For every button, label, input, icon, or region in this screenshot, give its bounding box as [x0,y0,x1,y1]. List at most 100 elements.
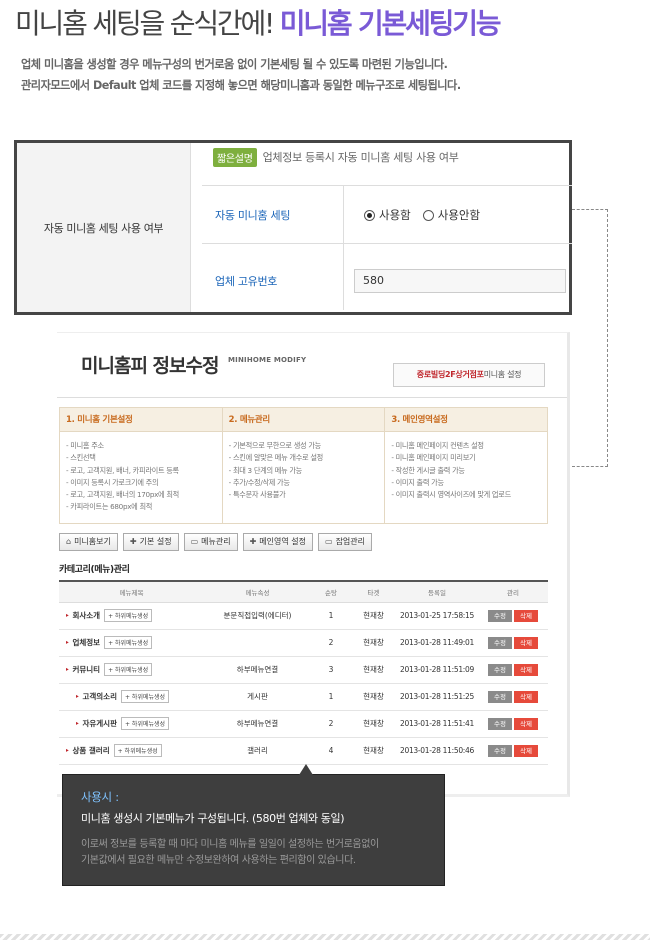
minihome-setting-button[interactable]: 중로빌딩2F상거점포미니홈 설정 [393,363,545,387]
radio-checked-icon[interactable] [364,209,375,221]
tab-button[interactable]: ✚ 메인영역 설정 [242,533,313,551]
menu-attribute: 게시판 [204,683,311,711]
menu-title-cell: ‣ 업체정보 + 하위메뉴생성 [59,629,204,657]
menu-order: 1 [311,602,351,630]
tab-label: 미니홈보기 [74,537,111,546]
action-tabs: ⌂ 미니홈보기 ✚ 기본 설정 ▭ 메뉴관리 ✚ 메인영역 설정 ▭ 잡업관리 [59,533,377,551]
divider [343,186,344,310]
tooltip-detail-line: 기본값에서 필요한 메뉴만 수정보완하여 사용하는 편리함이 있습니다. [81,855,356,866]
delete-button[interactable]: 삭제 [514,744,538,757]
menu-target: 현재창 [351,656,396,684]
table-row: ‣ 고객의소리 + 하위메뉴생성 게시판 1 현재창 2013-01-28 11:51:25… [59,683,548,711]
menu-target: 현재창 [351,710,396,738]
menu-date: 2013-01-28 11:51:09 [396,656,478,684]
menu-attribute: 갤러리 [204,737,311,765]
radio-use-label: 사용함 [379,208,411,222]
column-header: 순탕 [311,580,351,603]
feature-item: - 작성한 게시글 출력 가능 [391,465,465,475]
add-submenu-button[interactable]: + 하위메뉴생성 [104,663,153,676]
edit-button[interactable]: 수정 [488,663,512,676]
feature-item: - 이미지 등록시 가로크기에 주의 [66,477,159,487]
menu-title-cell: ‣ 회사소개 + 하위메뉴생성 [59,602,204,630]
menu-title-cell: ‣ 고객의소리 + 하위메뉴생성 [59,683,204,711]
radio-nouse[interactable]: 사용안함 [422,207,480,223]
edit-button[interactable]: 수정 [488,690,512,703]
company-code-label: 업체 고유번호 [215,275,278,288]
menu-attribute: 분문직접입력(에디터) [204,602,311,630]
short-description-row: 짧은설명 업체정보 등록시 자동 미니홈 세팅 사용 여부 [213,147,459,167]
feature-item: - 카피라이트는 680px에 최적 [66,502,153,512]
menu-title: 회사소개 [72,611,101,620]
menu-title-cell: ‣ 상품 갤러리 + 하위메뉴생성 [59,737,204,765]
column-header: 메뉴제목 [59,580,204,603]
delete-button[interactable]: 삭제 [514,690,538,703]
column-header: 관리 [478,580,548,603]
company-code-input[interactable]: 580 [354,269,566,293]
menu-title: 업체정보 [72,638,101,647]
manage-cell: 수정 삭제 [478,656,548,684]
category-title: 카테고리(메뉴)관리 [59,565,130,575]
bullet-arrow-icon: ‣ [65,666,70,674]
auto-setting-field-label: 자동 미니홈 세팅 [215,209,291,222]
menu-target: 현재창 [351,737,396,765]
menu-title: 자유게시판 [82,719,117,728]
tab-button[interactable]: ▭ 잡업관리 [318,533,373,551]
tab-label: 메인영역 설정 [259,537,306,546]
add-submenu-button[interactable]: + 하위메뉴생성 [120,690,170,703]
auto-setting-box: 자동 미니홈 세팅 사용 여부 짧은설명 업체정보 등록시 자동 미니홈 세팅 … [14,140,572,315]
usage-tooltip: 사용시 : 미니홈 생성시 기본메뉴가 구성됩니다. (580번 업체와 동일)… [62,764,445,886]
add-submenu-button[interactable]: + 하위메뉴생성 [104,636,153,649]
column-header: 타겟 [351,580,396,603]
manage-cell: 수정 삭제 [478,629,548,657]
add-submenu-button[interactable]: + 하위메뉴생성 [113,744,162,757]
feature-item: - 이미지 출력 가능 [391,477,444,487]
edit-button[interactable]: 수정 [488,744,512,757]
add-submenu-button[interactable]: + 하위메뉴생성 [104,609,153,622]
description-line: 관리자모드에서 Default 업체 코드를 지정해 놓으면 해당미니홈과 동일… [21,79,461,92]
minihome-modify-panel: 미니홈피 정보수정 MINIHOME MODIFY 중로빌딩2F상거점포미니홈 … [57,332,570,803]
description-line: 업체 미니홈을 생성할 경우 메뉴구성의 번거로움 없이 기본세팅 될 수 있도… [21,58,448,71]
delete-button[interactable]: 삭제 [514,663,538,676]
menu-date: 2013-01-28 11:50:46 [396,737,478,765]
bullet-arrow-icon: ‣ [65,612,70,620]
delete-button[interactable]: 삭제 [514,609,538,622]
bullet-arrow-icon: ‣ [65,639,70,647]
radio-use[interactable]: 사용함 [364,207,411,223]
tooltip-detail: 이로써 정보를 등록할 때 마다 미니홈 메뉴를 일일이 설정하는 번거로움없이… [81,837,426,869]
feature-sections: 1. 미니홈 기본설정 - 미니홈 주소 - 스킨선택 - 로고, 고객지원, 배너,… [59,407,548,524]
short-description-text: 업체정보 등록시 자동 미니홈 세팅 사용 여부 [262,151,459,164]
tooltip-heading: 사용시 : [81,790,119,804]
radio-unchecked-icon[interactable] [422,209,434,221]
tab-button[interactable]: ⌂ 미니홈보기 [59,533,118,551]
edit-button[interactable]: 수정 [488,717,512,730]
edit-button[interactable]: 수정 [488,636,512,649]
column-header: 등록일 [396,580,478,603]
short-description-tag: 짧은설명 [213,147,257,167]
menu-date: 2013-01-28 11:51:41 [396,710,478,738]
add-submenu-button[interactable]: + 하위메뉴생성 [120,717,170,730]
table-header: 메뉴제목 메뉴속성 순탕 타겟 등록일 관리 [59,580,548,603]
tab-button[interactable]: ▭ 메뉴관리 [183,533,238,551]
edit-button[interactable]: 수정 [488,609,512,622]
feature-section-title: 3. 메인영역설정 [385,408,548,432]
menu-attribute: 하부메뉴연결 [204,656,311,684]
tab-label: 잡업관리 [335,537,366,546]
divider [202,243,572,244]
tab-button[interactable]: ✚ 기본 설정 [122,533,179,551]
divider [202,185,572,186]
menu-order: 4 [311,737,351,765]
feature-item: - 이미지 출력시 영역사이즈에 맞게 업로드 [391,490,511,500]
feature-section: 3. 메인영역설정 - 미니홈 메인페이지 컨텐츠 설정 - 미니홈 메인페이지 미… [385,408,548,523]
delete-button[interactable]: 삭제 [514,717,538,730]
feature-item: - 로고, 고객지원, 배너의 170px에 최적 [66,490,179,500]
delete-button[interactable]: 삭제 [514,636,538,649]
feature-section-title: 2. 메뉴관리 [222,408,385,432]
panel-title: 미니홈피 정보수정 [81,355,219,377]
feature-list: - 기본적으로 무한으로 생성 가능 - 스킨에 알맞은 메뉴 개수로 설정 - 최… [223,432,385,509]
menu-title-cell: ‣ 커뮤니티 + 하위메뉴생성 [59,656,204,684]
manage-cell: 수정 삭제 [478,710,548,738]
menu-attribute: 하부메뉴연결 [204,710,311,738]
menu-title: 고객의소리 [82,692,117,701]
menu-target: 현재창 [351,683,396,711]
plus-icon: ✚ [249,537,257,546]
